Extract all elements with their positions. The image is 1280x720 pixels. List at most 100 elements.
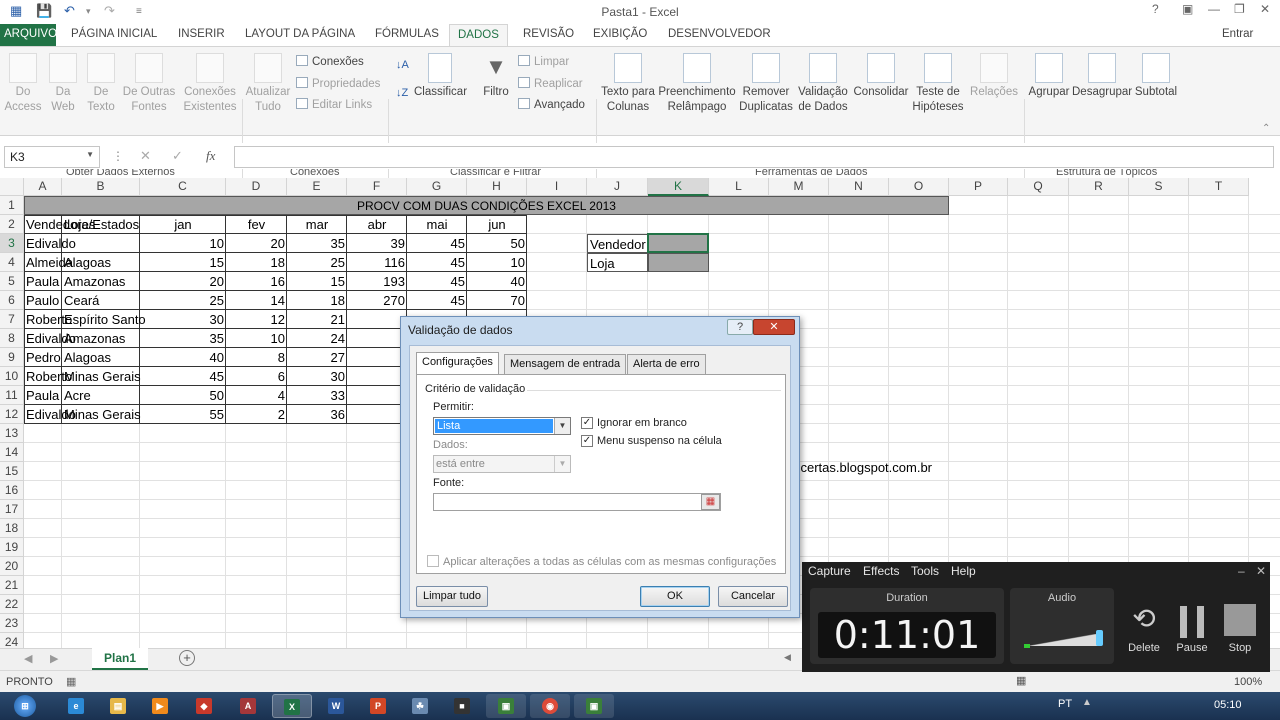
- table-cell[interactable]: 15: [287, 272, 347, 291]
- table-cell[interactable]: Alagoas: [62, 348, 140, 367]
- table-cell[interactable]: [347, 348, 407, 367]
- table-cell[interactable]: 30: [287, 367, 347, 386]
- table-cell[interactable]: [347, 405, 407, 424]
- row-header-20[interactable]: 20: [0, 557, 24, 576]
- header-cell-f[interactable]: abr: [347, 215, 407, 234]
- column-header-i[interactable]: I: [527, 178, 587, 196]
- table-cell[interactable]: 14: [226, 291, 287, 310]
- header-cell-d[interactable]: fev: [226, 215, 287, 234]
- tab-arquivo[interactable]: ARQUIVO: [0, 24, 57, 46]
- filtro-button[interactable]: ▼ Filtro: [480, 53, 512, 100]
- table-cell[interactable]: 27: [287, 348, 347, 367]
- table-cell[interactable]: 55: [140, 405, 226, 424]
- row-header-3[interactable]: 3: [0, 234, 24, 253]
- ie-icon[interactable]: e: [56, 694, 96, 718]
- sign-in-link[interactable]: Entrar: [1222, 28, 1253, 40]
- table-cell[interactable]: 116: [347, 253, 407, 272]
- close-recorder-icon[interactable]: ✕: [1256, 564, 1266, 578]
- row-header-16[interactable]: 16: [0, 481, 24, 500]
- row-header-22[interactable]: 22: [0, 595, 24, 614]
- table-cell[interactable]: 2: [226, 405, 287, 424]
- camtasia-app-icon[interactable]: ▣: [486, 694, 526, 718]
- column-header-c[interactable]: C: [140, 178, 226, 196]
- sort-az-icon[interactable]: ↓A: [396, 59, 409, 71]
- row-header-10[interactable]: 10: [0, 367, 24, 386]
- table-cell[interactable]: Edivaldo: [24, 234, 76, 253]
- tab-layout[interactable]: LAYOUT DA PÁGINA: [245, 28, 355, 40]
- close-icon[interactable]: ✕: [1260, 2, 1270, 16]
- row-header-13[interactable]: 13: [0, 424, 24, 443]
- column-header-p[interactable]: P: [949, 178, 1008, 196]
- menu-help[interactable]: Help: [951, 564, 976, 578]
- next-sheet-icon[interactable]: ▶: [50, 652, 58, 665]
- remover-duplicatas-button[interactable]: Remover Duplicatas: [738, 53, 794, 115]
- table-cell[interactable]: Alagoas: [62, 253, 140, 272]
- row-header-1[interactable]: 1: [0, 196, 24, 215]
- fonte-input[interactable]: [433, 493, 721, 511]
- delete-icon[interactable]: ⟲: [1124, 602, 1164, 635]
- row-header-9[interactable]: 9: [0, 348, 24, 367]
- tab-mensagem-entrada[interactable]: Mensagem de entrada: [504, 354, 627, 374]
- column-header-m[interactable]: M: [769, 178, 829, 196]
- excel-app-icon[interactable]: X: [272, 694, 312, 718]
- table-cell[interactable]: Acre: [62, 386, 140, 405]
- start-button[interactable]: ⊞: [2, 694, 48, 718]
- column-header-b[interactable]: B: [62, 178, 140, 196]
- row-header-12[interactable]: 12: [0, 405, 24, 424]
- texto-para-colunas-button[interactable]: Texto para Colunas: [600, 53, 656, 115]
- add-sheet-icon[interactable]: +: [179, 650, 195, 666]
- table-cell[interactable]: 40: [140, 348, 226, 367]
- header-cell-a[interactable]: Vendedores: [24, 215, 95, 234]
- table-cell[interactable]: Minas Gerais: [62, 367, 141, 386]
- minimize-icon[interactable]: —: [1208, 2, 1220, 16]
- sheet-tab-plan1[interactable]: Plan1: [92, 648, 148, 670]
- table-cell[interactable]: 12: [226, 310, 287, 329]
- powerpoint-app-icon[interactable]: P: [358, 694, 398, 718]
- table-cell[interactable]: 39: [347, 234, 407, 253]
- table-cell[interactable]: Edivaldo: [24, 329, 76, 348]
- column-header-l[interactable]: L: [709, 178, 769, 196]
- table-cell[interactable]: 35: [287, 234, 347, 253]
- tab-pagina-inicial[interactable]: PÁGINA INICIAL: [71, 28, 157, 40]
- app-icon-swirl[interactable]: ☘: [400, 694, 440, 718]
- row-header-8[interactable]: 8: [0, 329, 24, 348]
- conexoes-existentes-button[interactable]: Conexões Existentes: [182, 53, 238, 115]
- row-header-23[interactable]: 23: [0, 614, 24, 633]
- column-header-h[interactable]: H: [467, 178, 527, 196]
- column-header-k[interactable]: K: [648, 178, 709, 196]
- row-header-11[interactable]: 11: [0, 386, 24, 405]
- atualizar-tudo-button[interactable]: Atualizar Tudo: [244, 53, 292, 115]
- table-cell[interactable]: Amazonas: [62, 272, 140, 291]
- limpar-filtro-button[interactable]: Limpar: [518, 55, 569, 68]
- table-cell[interactable]: Paulo: [24, 291, 62, 310]
- app-icon-dark[interactable]: ■: [442, 694, 482, 718]
- active-cell-k3[interactable]: [647, 233, 709, 253]
- table-cell[interactable]: Ceará: [62, 291, 140, 310]
- media-player-icon[interactable]: ▶: [140, 694, 180, 718]
- aplicar-checkbox[interactable]: [427, 555, 439, 567]
- table-cell[interactable]: 6: [226, 367, 287, 386]
- table-cell[interactable]: 25: [140, 291, 226, 310]
- table-cell[interactable]: 10: [140, 234, 226, 253]
- pause-icon[interactable]: [1180, 606, 1204, 638]
- ribbon-display-icon[interactable]: ▣: [1182, 2, 1193, 16]
- table-cell[interactable]: 70: [467, 291, 527, 310]
- row-header-6[interactable]: 6: [0, 291, 24, 310]
- table-cell[interactable]: Paula: [24, 272, 62, 291]
- zoom-level[interactable]: 100%: [1234, 676, 1262, 688]
- cancelar-button[interactable]: Cancelar: [718, 586, 788, 607]
- menu-capture[interactable]: Capture: [808, 564, 851, 578]
- table-cell[interactable]: [347, 386, 407, 405]
- de-texto-button[interactable]: De Texto: [84, 53, 118, 115]
- column-header-t[interactable]: T: [1189, 178, 1249, 196]
- table-cell[interactable]: 10: [467, 253, 527, 272]
- table-cell[interactable]: Pedro: [24, 348, 62, 367]
- table-cell[interactable]: [62, 234, 140, 253]
- sort-za-icon[interactable]: ↓Z: [396, 87, 408, 99]
- row-header-2[interactable]: 2: [0, 215, 24, 234]
- row-header-19[interactable]: 19: [0, 538, 24, 557]
- chrome-app-icon[interactable]: ◉: [530, 694, 570, 718]
- column-header-r[interactable]: R: [1069, 178, 1129, 196]
- explorer-icon[interactable]: ▤: [98, 694, 138, 718]
- sheet-title-cell[interactable]: PROCV COM DUAS CONDIÇÕES EXCEL 2013: [24, 196, 949, 215]
